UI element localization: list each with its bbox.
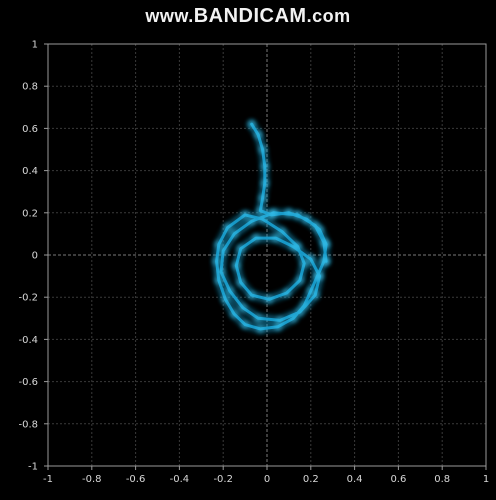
trajectory-point <box>260 179 270 188</box>
x-tick-label: 0.8 <box>434 474 450 485</box>
y-tick-label: 0.4 <box>22 166 38 177</box>
axes <box>44 43 487 470</box>
trajectory-point <box>289 314 298 323</box>
trajectory-point <box>264 295 274 304</box>
trajectory-point <box>240 320 250 329</box>
trajectory-point <box>258 214 267 224</box>
trajectory-point <box>260 162 270 171</box>
trajectory-point <box>238 303 248 312</box>
trajectory-point <box>247 217 256 226</box>
y-tick-label: 0.8 <box>22 82 38 93</box>
x-tick-label: 0.2 <box>303 474 319 485</box>
x-tick-label: 0.6 <box>390 474 406 485</box>
x-tick-label: 0.4 <box>347 474 363 485</box>
trajectory-point <box>289 242 298 251</box>
x-tick-label: -0.6 <box>126 474 146 485</box>
trajectory-point <box>247 119 256 129</box>
x-tick-label: -0.4 <box>170 474 190 485</box>
y-tick-label: 0.6 <box>22 124 38 135</box>
trajectory-point <box>293 210 302 220</box>
y-tick-label: -1 <box>28 462 38 473</box>
x-tick-label: -0.2 <box>213 474 233 485</box>
trajectory-point <box>315 271 324 281</box>
trajectory-point <box>258 145 267 154</box>
trajectory-point <box>306 255 315 264</box>
trajectory-point <box>229 309 239 319</box>
trajectory-point <box>236 278 245 287</box>
trajectory-point <box>223 223 232 232</box>
trajectory-point <box>254 130 263 139</box>
trajectory-point <box>232 261 241 270</box>
trajectory-plot: -1 -0.8 -0.6 -0.4 -0.2 0 0.2 0.4 0.6 0.8 1 1 0.8 0.6 0… <box>18 40 489 486</box>
x-tick-label: -0.8 <box>82 474 102 485</box>
tick-labels: -1 -0.8 -0.6 -0.4 -0.2 0 0.2 0.4 0.6 0.8 1 1 0.8 0.6 0… <box>18 40 489 486</box>
trajectory-point <box>214 276 224 285</box>
x-tick-label: -1 <box>43 474 53 485</box>
trajectory-point <box>247 290 256 300</box>
trajectory-point <box>212 257 221 266</box>
trajectory-point <box>258 193 267 203</box>
trajectory-point <box>256 324 265 334</box>
trajectory-point <box>269 208 278 217</box>
y-tick-label: -0.6 <box>18 377 38 388</box>
trajectory-point <box>302 214 311 224</box>
trajectory-point <box>295 276 305 285</box>
trajectory-point <box>240 210 250 220</box>
trajectory-point <box>219 246 228 255</box>
trajectory-point <box>254 314 263 323</box>
trajectory-point <box>271 233 280 243</box>
trajectory-point <box>225 286 234 296</box>
trajectory-point <box>251 233 261 243</box>
trajectory-point <box>236 244 245 253</box>
y-tick-label: -0.4 <box>18 335 38 346</box>
y-tick-label: 1 <box>32 40 38 51</box>
trajectory-point <box>284 208 294 217</box>
x-tick-label: 1 <box>483 474 489 485</box>
trajectory-point <box>319 238 329 247</box>
trajectory-point <box>295 307 305 317</box>
trajectory-point <box>229 229 239 239</box>
trajectory-point <box>310 290 320 300</box>
trajectory-point <box>278 227 287 236</box>
trajectory-series <box>212 119 331 334</box>
y-tick-label: 0 <box>32 251 38 262</box>
trajectory-point <box>221 295 230 304</box>
trajectory-point <box>282 288 291 298</box>
trajectory-point <box>256 206 265 215</box>
trajectory-point <box>321 257 331 266</box>
x-tick-label: 0 <box>264 474 270 485</box>
trajectory-point <box>216 267 226 277</box>
y-tick-label: -0.2 <box>18 293 38 304</box>
y-tick-label: 0.2 <box>22 208 38 219</box>
trajectory-point <box>275 316 285 325</box>
trajectory-point <box>310 221 320 230</box>
y-tick-label: -0.8 <box>18 419 38 430</box>
